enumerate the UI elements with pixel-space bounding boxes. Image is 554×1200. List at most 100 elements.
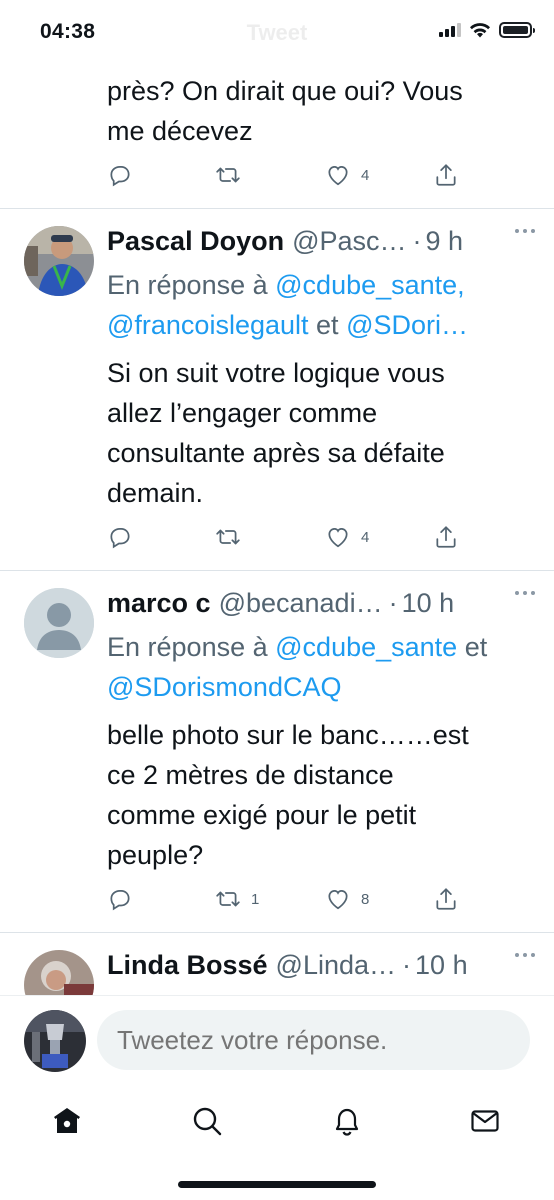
like-button[interactable]: 4 [325, 524, 369, 550]
tweet-text-line: Si on suit votre logique vous [107, 358, 445, 388]
reply-context: En réponse à @cdube_sante et @SDorismond… [107, 627, 537, 707]
separator-dot: · [412, 226, 422, 256]
more-options-icon[interactable] [515, 953, 535, 957]
retweet-icon [216, 529, 240, 545]
retweet-icon [216, 167, 240, 183]
like-count: 8 [361, 890, 370, 908]
user-handle[interactable]: @Linda… [276, 947, 396, 983]
like-count: 4 [361, 166, 370, 184]
separator-dot: · [402, 950, 412, 980]
tweet-text: Si on suit votre logique vous allez l’en… [107, 353, 537, 513]
heart-icon [328, 166, 348, 186]
cellular-signal-icon [439, 23, 461, 37]
share-icon [436, 888, 456, 910]
retweet-button[interactable] [215, 524, 241, 550]
tweet-time: 10 h [401, 588, 455, 618]
retweet-button[interactable] [215, 162, 241, 188]
reply-icon [110, 166, 130, 187]
avatar[interactable] [24, 1010, 86, 1072]
share-icon [436, 526, 456, 548]
search-icon [193, 1107, 222, 1136]
status-icons [439, 22, 535, 38]
retweet-icon [216, 891, 240, 907]
avatar[interactable] [24, 226, 94, 296]
tweet-time: 10 h [415, 950, 468, 980]
retweet-button[interactable]: 1 [215, 886, 259, 912]
mention-link[interactable]: @francoislegault [107, 310, 309, 340]
previous-tweet-text: près? On dirait que oui? Vous me décevez [107, 71, 537, 151]
reply-button[interactable] [107, 162, 133, 188]
tab-home[interactable] [47, 1101, 87, 1141]
reply-button[interactable] [107, 886, 133, 912]
retweet-count: 1 [251, 890, 260, 908]
reply-prefix: En réponse à [107, 270, 268, 300]
tweet-text-line: peuple? [107, 840, 204, 870]
tweet-time: 9 h [425, 226, 464, 256]
tweet-header: Pascal Doyon @Pasc… · 9 h [107, 223, 537, 259]
tweet-feed: près? On dirait que oui? Vous me décevez… [0, 0, 554, 995]
tab-notifications[interactable] [327, 1101, 367, 1141]
like-button[interactable]: 8 [325, 886, 369, 912]
tweet-text-line: belle photo sur le banc……est [107, 720, 469, 750]
tweet-text-line: allez l’engager comme [107, 398, 378, 428]
mail-icon [471, 1110, 499, 1132]
tweet-text-line: ce 2 mètres de distance [107, 760, 394, 790]
more-options-icon[interactable] [515, 229, 535, 233]
like-button[interactable]: 4 [325, 162, 369, 188]
previous-tweet-line: près? On dirait que oui? Vous [107, 76, 463, 106]
mention-link[interactable]: @cdube_sante, [275, 270, 465, 300]
home-icon [54, 1108, 80, 1133]
tweet-header: marco c @becanadi… · 10 h [107, 585, 537, 621]
reply-context: En réponse à @cdube_sante, @francoislega… [107, 265, 537, 345]
tweet-text-line: consultante après sa défaite [107, 438, 445, 468]
tweet-actions: 1 8 [107, 884, 467, 914]
default-avatar-icon [24, 588, 94, 658]
previous-tweet-actions: 4 [107, 160, 467, 190]
mention-link[interactable]: @cdube_sante [275, 632, 457, 662]
tweet-header: Linda Bossé @Linda… · 10 h [107, 947, 537, 983]
share-icon [436, 164, 456, 186]
more-options-icon[interactable] [515, 591, 535, 595]
display-name[interactable]: Linda Bossé [107, 947, 268, 983]
tab-messages[interactable] [465, 1101, 505, 1141]
mention-link[interactable]: @SDori… [346, 310, 468, 340]
divider [0, 570, 554, 571]
divider [0, 208, 554, 209]
share-button[interactable] [433, 524, 459, 550]
previous-tweet-line: me décevez [107, 116, 253, 146]
tab-search[interactable] [187, 1101, 227, 1141]
display-name[interactable]: Pascal Doyon [107, 223, 284, 259]
user-handle[interactable]: @Pasc… [292, 223, 406, 259]
reply-icon [110, 890, 130, 911]
heart-icon [328, 528, 348, 548]
home-indicator[interactable] [178, 1181, 376, 1188]
reply-prefix: En réponse à [107, 632, 268, 662]
share-button[interactable] [433, 162, 459, 188]
bottom-tab-bar [0, 1087, 554, 1200]
tweet-text-line: comme exigé pour le petit [107, 800, 417, 830]
separator-dot: · [388, 588, 398, 618]
reply-connector: et [464, 632, 488, 662]
reply-connector: et [316, 310, 339, 340]
reply-input[interactable] [97, 1010, 530, 1070]
user-handle[interactable]: @becanadi… [219, 585, 383, 621]
avatar[interactable] [24, 588, 94, 658]
reply-button[interactable] [107, 524, 133, 550]
share-button[interactable] [433, 886, 459, 912]
reply-icon [110, 528, 130, 549]
heart-icon [328, 890, 348, 910]
tweet-actions: 4 [107, 522, 467, 552]
display-name[interactable]: marco c [107, 585, 211, 621]
avatar-photo [24, 950, 94, 995]
reply-composer [0, 995, 554, 1087]
avatar-photo [24, 226, 94, 296]
mention-link[interactable]: @SDorismondCAQ [107, 672, 341, 702]
tweet-text: belle photo sur le banc……est ce 2 mètres… [107, 715, 537, 875]
avatar-photo [24, 1010, 86, 1072]
divider [0, 932, 554, 933]
wifi-icon [470, 23, 490, 38]
like-count: 4 [361, 528, 370, 546]
avatar[interactable] [24, 950, 94, 995]
status-bar: 04:38 Tweet [0, 0, 554, 66]
tweet-text-line: demain. [107, 478, 204, 508]
